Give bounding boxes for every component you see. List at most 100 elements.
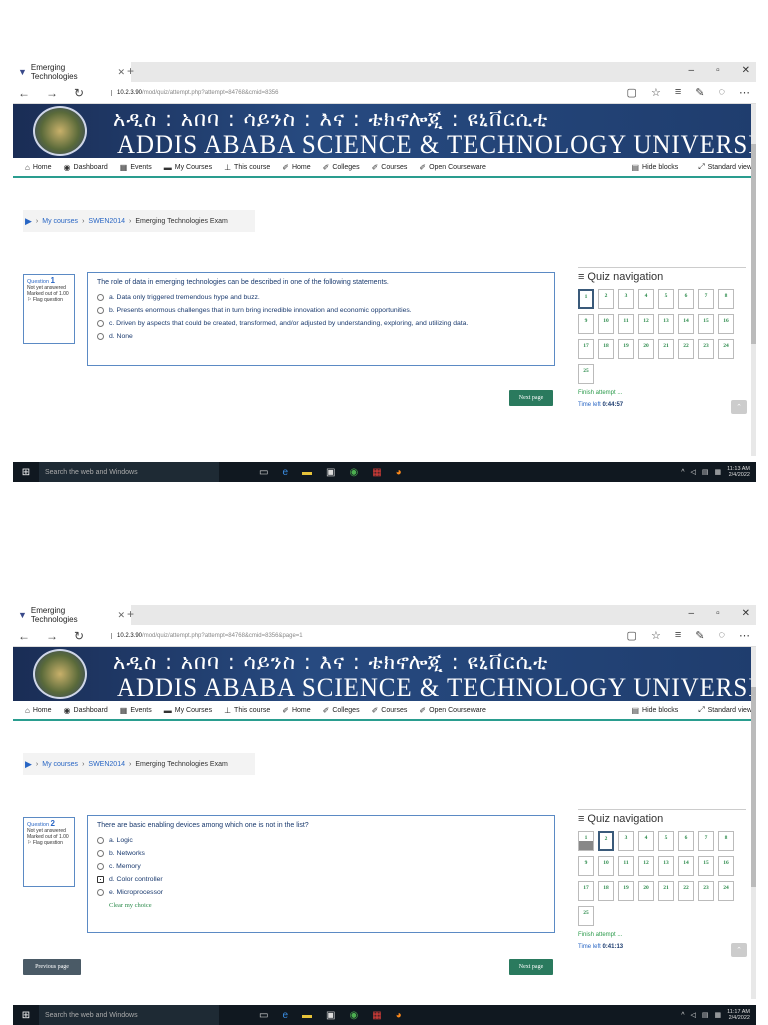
taskbar-search[interactable]: Search the web and Windows	[39, 462, 219, 482]
quiz-nav-question-10[interactable]: 10	[598, 314, 614, 334]
menu-home[interactable]: ⌂ Home	[25, 706, 52, 715]
favorite-star-icon[interactable]: ☆	[651, 629, 661, 642]
quiz-nav-question-6[interactable]: 6	[678, 831, 694, 851]
quiz-nav-question-8[interactable]: 8	[718, 831, 734, 851]
answer-option[interactable]: b. Presents enormous challenges that in …	[97, 307, 545, 314]
next-page-button[interactable]: Next page	[509, 959, 553, 975]
task-view-icon[interactable]: ▭	[259, 467, 268, 478]
browser-tab[interactable]: ▼ Emerging Technologies ✕	[13, 62, 131, 82]
close-window-icon[interactable]: ✕	[742, 65, 750, 76]
taskbar-search[interactable]: Search the web and Windows	[39, 1005, 219, 1025]
quiz-nav-question-14[interactable]: 14	[678, 314, 694, 334]
clear-choice-link[interactable]: Clear my choice	[109, 902, 545, 909]
radio-button[interactable]	[97, 850, 104, 857]
network-icon[interactable]: ▤	[702, 468, 709, 476]
answer-option[interactable]: a. Logic	[97, 837, 545, 844]
menu-my-courses[interactable]: ▬ My Courses	[164, 163, 212, 172]
menu-my-courses[interactable]: ▬ My Courses	[164, 706, 212, 715]
reading-view-icon[interactable]: ▢	[627, 86, 637, 99]
quiz-nav-question-25[interactable]: 25	[578, 364, 594, 384]
quiz-nav-question-23[interactable]: 23	[698, 339, 714, 359]
new-tab-icon[interactable]: +	[127, 64, 134, 78]
flag-question-link[interactable]: ⚐ Flag question	[27, 840, 71, 846]
quiz-nav-question-6[interactable]: 6	[678, 289, 694, 309]
quiz-nav-question-4[interactable]: 4	[638, 831, 654, 851]
menu-courses[interactable]: ✐ Courses	[372, 163, 408, 172]
quiz-nav-question-18[interactable]: 18	[598, 881, 614, 901]
menu-home[interactable]: ⌂ Home	[25, 163, 52, 172]
quiz-nav-question-14[interactable]: 14	[678, 856, 694, 876]
radio-button[interactable]	[97, 320, 104, 327]
quiz-nav-question-19[interactable]: 19	[618, 339, 634, 359]
note-icon[interactable]: ✎	[695, 86, 704, 99]
finish-attempt-link[interactable]: Finish attempt ...	[578, 932, 746, 938]
tray-chevron-icon[interactable]: ^	[681, 469, 684, 476]
taskbar-clock[interactable]: 11:13 AM 2/4/2022	[727, 466, 750, 478]
keyboard-icon[interactable]: ▦	[715, 1011, 722, 1019]
radio-button[interactable]	[97, 837, 104, 844]
file-explorer-icon[interactable]: ▬	[302, 1010, 312, 1021]
volume-icon[interactable]: ◁	[691, 1011, 696, 1019]
menu-events[interactable]: ▦ Events	[120, 163, 152, 172]
quiz-nav-question-9[interactable]: 9	[578, 856, 594, 876]
quiz-nav-question-15[interactable]: 15	[698, 856, 714, 876]
scroll-to-top-button[interactable]: ⌃	[731, 943, 747, 957]
close-tab-icon[interactable]: ✕	[117, 67, 125, 78]
back-arrow-icon[interactable]: ←	[18, 86, 30, 100]
close-window-icon[interactable]: ✕	[742, 608, 750, 619]
quiz-nav-question-16[interactable]: 16	[718, 856, 734, 876]
quiz-nav-question-3[interactable]: 3	[618, 289, 634, 309]
flag-question-link[interactable]: ⚐ Flag question	[27, 297, 71, 303]
new-tab-icon[interactable]: +	[127, 607, 134, 621]
standard-view-button[interactable]: ⤢ Standard view	[698, 162, 752, 172]
quiz-nav-question-7[interactable]: 7	[698, 289, 714, 309]
app-icon[interactable]: ▦	[372, 467, 381, 478]
answer-option[interactable]: e. Microprocessor	[97, 889, 545, 896]
url-field[interactable]: 10.2.3.90/mod/quiz/attempt.php?attempt=8…	[111, 632, 303, 639]
standard-view-button[interactable]: ⤢ Standard view	[698, 705, 752, 715]
network-icon[interactable]: ▤	[702, 1011, 709, 1019]
refresh-icon[interactable]: ↻	[74, 86, 84, 100]
file-explorer-icon[interactable]: ▬	[302, 467, 312, 478]
menu-this-course[interactable]: ⊥ This course	[224, 163, 270, 172]
radio-button[interactable]	[97, 294, 104, 301]
hide-blocks-button[interactable]: ▤ Hide blocks	[631, 162, 678, 172]
radio-button[interactable]	[97, 333, 104, 340]
app-icon[interactable]: ▦	[372, 1010, 381, 1021]
quiz-nav-question-8[interactable]: 8	[718, 289, 734, 309]
store-icon[interactable]: ▣	[326, 1010, 335, 1021]
menu-events[interactable]: ▦ Events	[120, 706, 152, 715]
url-field[interactable]: 10.2.3.90/mod/quiz/attempt.php?attempt=8…	[111, 89, 278, 96]
forward-arrow-icon[interactable]: →	[46, 86, 58, 100]
quiz-nav-question-11[interactable]: 11	[618, 856, 634, 876]
reading-view-icon[interactable]: ▢	[627, 629, 637, 642]
chrome-icon[interactable]: ◉	[349, 467, 358, 478]
quiz-nav-question-20[interactable]: 20	[638, 339, 654, 359]
menu-dashboard[interactable]: ◉ Dashboard	[64, 706, 108, 715]
maximize-icon[interactable]: ▫	[716, 608, 720, 619]
note-icon[interactable]: ✎	[695, 629, 704, 642]
hub-icon[interactable]: ≡	[675, 86, 681, 99]
quiz-nav-question-18[interactable]: 18	[598, 339, 614, 359]
share-icon[interactable]: ◌	[718, 86, 725, 99]
menu-courses[interactable]: ✐ Courses	[372, 706, 408, 715]
breadcrumb-course[interactable]: SWEN2014	[88, 218, 125, 225]
task-view-icon[interactable]: ▭	[259, 1010, 268, 1021]
taskbar-clock[interactable]: 11:17 AM 2/4/2022	[727, 1009, 750, 1021]
refresh-icon[interactable]: ↻	[74, 629, 84, 643]
share-icon[interactable]: ◌	[718, 629, 725, 642]
store-icon[interactable]: ▣	[326, 467, 335, 478]
previous-page-button[interactable]: Previous page	[23, 959, 81, 975]
quiz-nav-question-21[interactable]: 21	[658, 339, 674, 359]
page-scrollbar[interactable]	[751, 647, 756, 999]
menu-open-courseware[interactable]: ✐ Open Courseware	[419, 163, 486, 172]
quiz-nav-question-21[interactable]: 21	[658, 881, 674, 901]
quiz-nav-question-7[interactable]: 7	[698, 831, 714, 851]
firefox-icon[interactable]: ◕	[396, 467, 402, 478]
quiz-nav-question-2[interactable]: 2	[598, 831, 614, 851]
quiz-nav-question-9[interactable]: 9	[578, 314, 594, 334]
quiz-nav-question-13[interactable]: 13	[658, 314, 674, 334]
menu-colleges[interactable]: ✐ Colleges	[323, 163, 360, 172]
scroll-to-top-button[interactable]: ⌃	[731, 400, 747, 414]
quiz-nav-question-10[interactable]: 10	[598, 856, 614, 876]
